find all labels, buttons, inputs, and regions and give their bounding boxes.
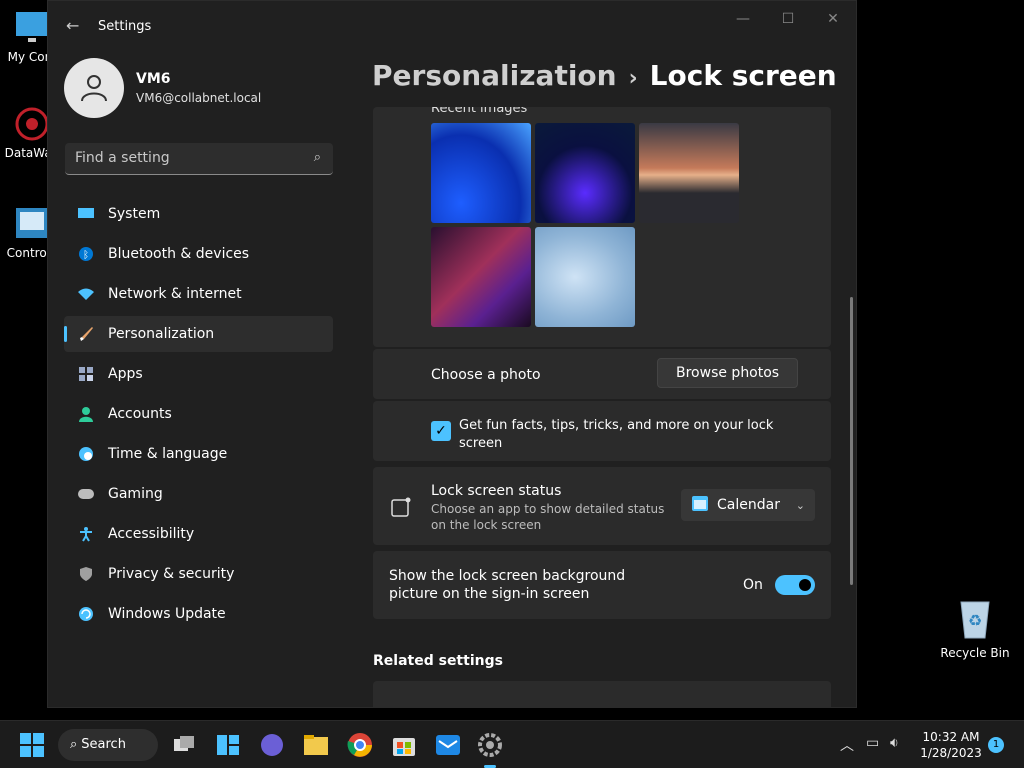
breadcrumb: Personalization › Lock screen (372, 59, 837, 92)
recent-image-4[interactable] (431, 227, 531, 327)
choose-photo-row: Choose a photo Browse photos (373, 349, 831, 399)
title-bar: ← Settings — ☐ ✕ (48, 1, 856, 51)
task-view-icon[interactable] (170, 731, 198, 759)
update-icon (76, 604, 96, 624)
wifi-icon (76, 284, 96, 304)
notification-badge[interactable]: 1 (988, 737, 1004, 753)
search-placeholder: Find a setting (75, 150, 170, 166)
apps-icon (76, 364, 96, 384)
settings-window: ← Settings — ☐ ✕ VM6 VM6@collabnet.local… (47, 0, 857, 708)
svg-text:♻: ♻ (968, 611, 982, 630)
breadcrumb-parent[interactable]: Personalization (372, 59, 617, 92)
sidebar-item-accounts[interactable]: Accounts (64, 396, 333, 432)
status-app-dropdown[interactable]: Calendar ⌄ (681, 489, 815, 521)
clock-globe-icon (76, 444, 96, 464)
maximize-icon[interactable]: ☐ (773, 11, 803, 27)
signin-background-toggle[interactable] (775, 575, 815, 595)
fun-facts-checkbox[interactable]: ✓ (431, 421, 451, 441)
sidebar-item-system[interactable]: System (64, 196, 333, 232)
recent-image-5[interactable] (535, 227, 635, 327)
sidebar-item-gaming[interactable]: Gaming (64, 476, 333, 512)
status-app-icon (391, 497, 411, 521)
sidebar-item-privacy-security[interactable]: Privacy & security (64, 556, 333, 592)
start-icon[interactable] (18, 731, 46, 759)
control-panel-icon (14, 206, 50, 242)
toggle-state-label: On (743, 577, 763, 593)
profile-name: VM6 (136, 71, 171, 87)
sidebar-item-windows-update[interactable]: Windows Update (64, 596, 333, 632)
mail-app-icon[interactable] (434, 731, 462, 759)
back-arrow-icon[interactable]: ← (66, 16, 79, 35)
chevron-up-icon[interactable]: ︿ (840, 735, 854, 755)
chevron-down-icon: ⌄ (795, 498, 805, 512)
monitor-icon (14, 10, 50, 46)
datawag-icon (14, 106, 50, 142)
file-explorer-icon[interactable] (302, 731, 330, 759)
status-title: Lock screen status (431, 483, 562, 499)
accounts-icon (76, 404, 96, 424)
accessibility-icon (76, 524, 96, 544)
sidebar-nav: System ᛒ Bluetooth & devices Network & i… (64, 196, 333, 636)
chrome-icon[interactable] (346, 731, 374, 759)
window-title: Settings (98, 19, 152, 34)
sidebar-item-network[interactable]: Network & internet (64, 276, 333, 312)
recent-images-label: Recent images (431, 107, 528, 116)
desktop-icon-recycle-bin[interactable]: ♻ Recycle Bin (940, 596, 1010, 660)
sidebar-item-accessibility[interactable]: Accessibility (64, 516, 333, 552)
sidebar-item-bluetooth[interactable]: ᛒ Bluetooth & devices (64, 236, 333, 272)
status-description: Choose an app to show detailed status on… (431, 502, 665, 532)
system-icon (76, 204, 96, 224)
search-icon: ⌕ (70, 737, 78, 752)
shield-icon (76, 564, 96, 584)
recycle-bin-icon: ♻ (955, 596, 995, 640)
content-scrollbar[interactable] (850, 297, 853, 585)
minimize-icon[interactable]: — (728, 11, 758, 27)
taskbar-search[interactable]: ⌕ Search (58, 729, 158, 761)
widgets-icon[interactable] (214, 731, 242, 759)
volume-icon[interactable]: 🔉︎ (890, 735, 899, 751)
recent-image-2[interactable] (535, 123, 635, 223)
user-icon (81, 75, 107, 102)
gamepad-icon (76, 484, 96, 504)
sidebar-item-apps[interactable]: Apps (64, 356, 333, 392)
calendar-icon (691, 494, 709, 516)
page-title: Lock screen (649, 59, 837, 92)
svg-text:ᛒ: ᛒ (83, 250, 89, 261)
related-settings-heading: Related settings (373, 653, 503, 669)
taskbar: ⌕ Search ︿ ▭ 🔉︎ 10:32 AM 1/28/2023 1 (0, 720, 1024, 768)
clock-date: 1/28/2023 (920, 746, 982, 760)
recent-image-1[interactable] (431, 123, 531, 223)
search-icon: ⌕ (313, 150, 321, 165)
network-icon[interactable]: ▭ (866, 735, 879, 751)
clock-time: 10:32 AM (922, 730, 980, 744)
sidebar-item-personalization[interactable]: Personalization (64, 316, 333, 352)
signin-background-label: Show the lock screen background picture … (389, 568, 626, 602)
status-dropdown-value: Calendar (717, 497, 780, 513)
browse-photos-button[interactable]: Browse photos (657, 358, 799, 388)
recent-image-3[interactable] (639, 123, 739, 223)
fun-facts-row: ✓ Get fun facts, tips, tricks, and more … (373, 401, 831, 461)
chat-icon[interactable] (258, 731, 286, 759)
chevron-right-icon: › (628, 66, 638, 91)
brush-icon (76, 324, 96, 344)
fun-facts-label: Get fun facts, tips, tricks, and more on… (459, 418, 774, 451)
recent-images-card: Recent images (373, 107, 831, 347)
clock[interactable]: 10:32 AM 1/28/2023 (916, 729, 986, 761)
search-input[interactable]: Find a setting ⌕ (65, 143, 333, 175)
user-profile[interactable]: VM6 VM6@collabnet.local (64, 58, 261, 118)
bluetooth-icon: ᛒ (76, 244, 96, 264)
content-pane: Recent images Choose a photo Browse phot… (373, 107, 833, 707)
related-settings-card[interactable] (373, 681, 831, 707)
store-icon[interactable] (390, 731, 418, 759)
lock-screen-status-card: Lock screen status Choose an app to show… (373, 467, 831, 545)
sidebar-item-time-language[interactable]: Time & language (64, 436, 333, 472)
choose-photo-label: Choose a photo (431, 367, 541, 383)
close-icon[interactable]: ✕ (818, 11, 848, 27)
avatar (64, 58, 124, 118)
profile-email: VM6@collabnet.local (136, 91, 262, 105)
signin-background-card: Show the lock screen background picture … (373, 551, 831, 619)
settings-gear-icon[interactable] (476, 731, 504, 759)
